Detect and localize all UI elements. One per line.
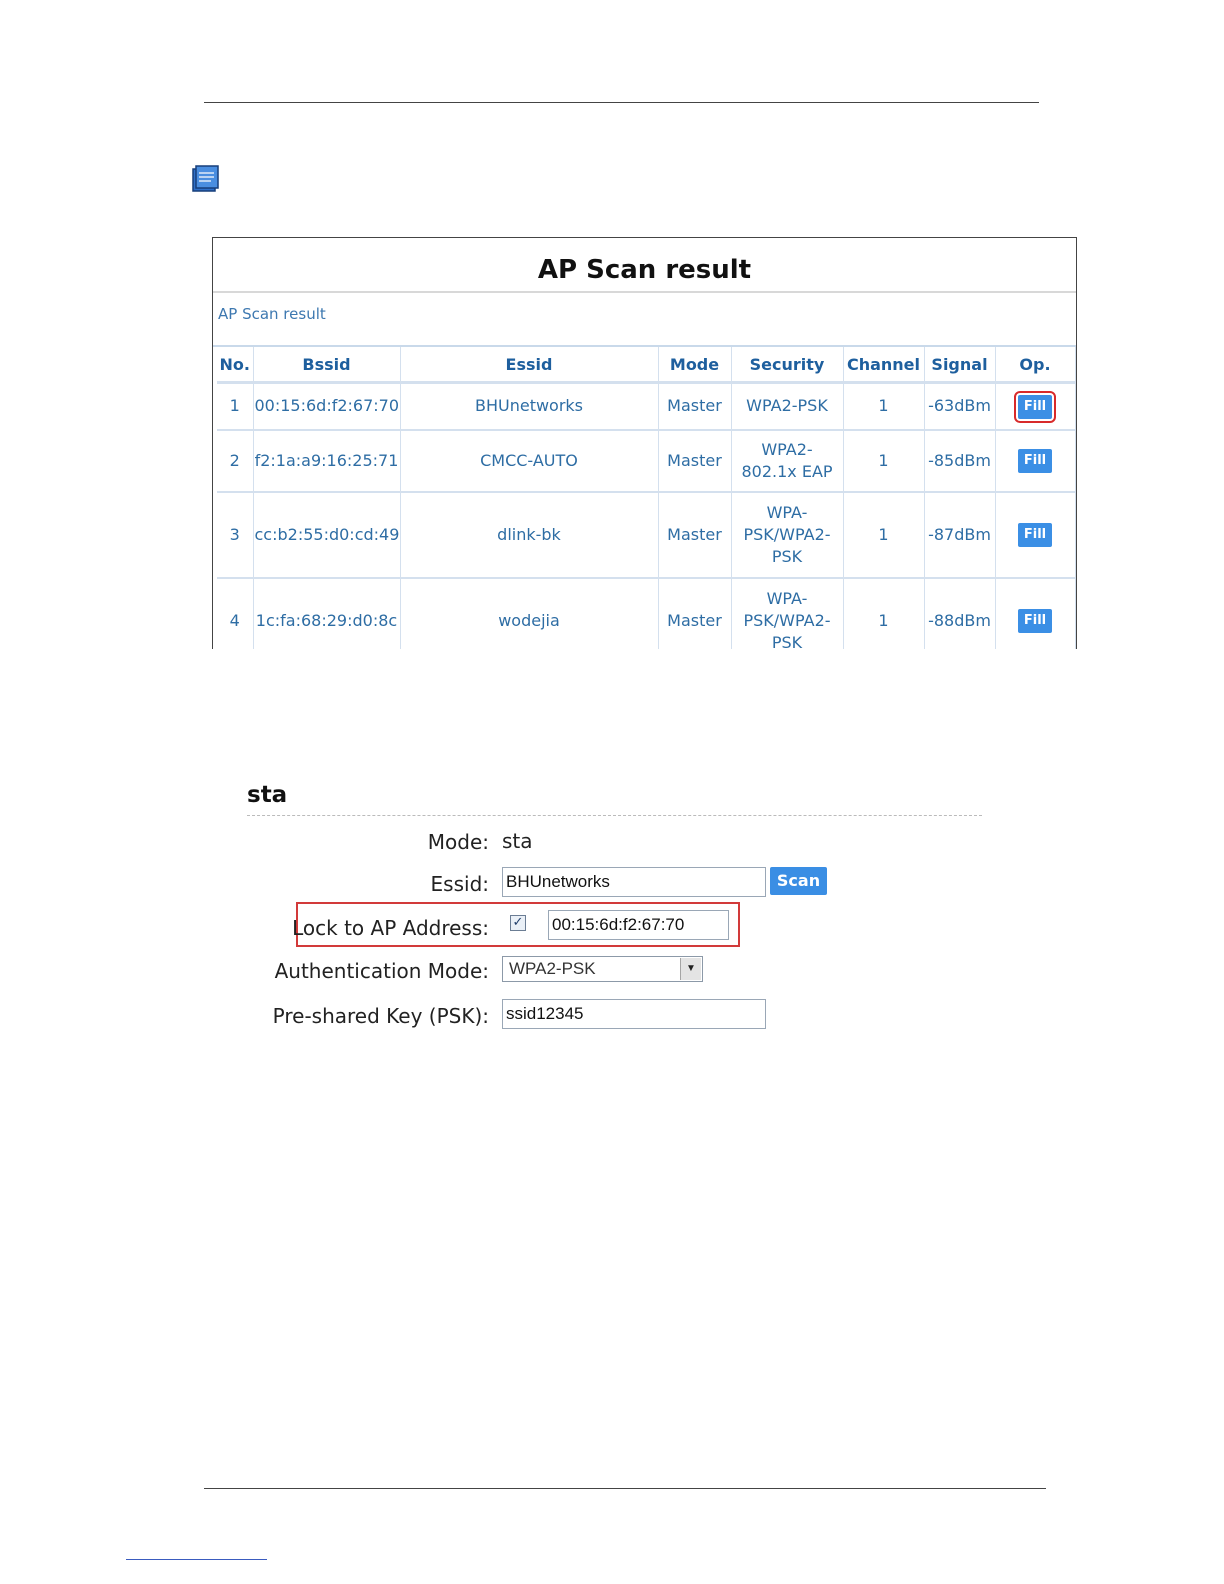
fill-button[interactable]: Fill [1018,523,1052,547]
col-header-op: Op. [995,347,1076,384]
col-header-no: No. [217,347,254,384]
col-header-bssid: Bssid [253,347,401,384]
table-header-row: No. Bssid Essid Mode Security Channel Si… [217,347,1076,384]
cell-security: WPA- PSK/WPA2- PSK [731,491,844,579]
table-row: 4 1c:fa:68:29:d0:8c wodejia Master WPA- … [217,577,1076,649]
lock-checkbox[interactable]: ✓ [510,915,526,931]
scan-button[interactable]: Scan [770,867,827,895]
cell-mode: Master [658,429,732,493]
table-row: 3 cc:b2:55:d0:cd:49 dlink-bk Master WPA-… [217,491,1076,579]
cell-no: 1 [217,382,254,431]
fill-button[interactable]: Fill [1018,609,1052,633]
essid-label: Essid: [430,872,489,896]
cell-op: Fill [995,429,1076,493]
auth-mode-select[interactable]: WPA2-PSK ▼ [502,956,703,982]
cell-bssid: 00:15:6d:f2:67:70 [253,382,401,431]
footer-link-underline [126,1559,267,1560]
cell-signal: -88dBm [924,577,996,649]
chevron-down-icon[interactable]: ▼ [680,958,701,980]
cell-essid: CMCC-AUTO [400,429,659,493]
cell-mode: Master [658,491,732,579]
col-header-signal: Signal [924,347,996,384]
auth-mode-value: WPA2-PSK [509,959,596,978]
psk-label: Pre-shared Key (PSK): [272,1004,489,1028]
col-header-essid: Essid [400,347,659,384]
table-row: 1 00:15:6d:f2:67:70 BHUnetworks Master W… [217,382,1076,431]
table-row: 2 f2:1a:a9:16:25:71 CMCC-AUTO Master WPA… [217,429,1076,493]
fill-button[interactable]: Fill [1014,390,1056,423]
cell-op: Fill [995,382,1076,431]
cell-security: WPA- PSK/WPA2- PSK [731,577,844,649]
cell-bssid: 1c:fa:68:29:d0:8c [253,577,401,649]
cell-essid: wodejia [400,577,659,649]
cell-no: 2 [217,429,254,493]
col-header-security: Security [731,347,844,384]
scan-title: AP Scan result [213,238,1076,293]
cell-mode: Master [658,577,732,649]
cell-mode: Master [658,382,732,431]
cell-essid: dlink-bk [400,491,659,579]
mode-value: sta [502,829,533,853]
cell-no: 4 [217,577,254,649]
cell-channel: 1 [843,577,925,649]
fill-button[interactable]: Fill [1018,449,1052,473]
header-rule [204,102,1039,103]
cell-channel: 1 [843,382,925,431]
cell-bssid: f2:1a:a9:16:25:71 [253,429,401,493]
cell-essid: BHUnetworks [400,382,659,431]
cell-op: Fill [995,577,1076,649]
cell-signal: -63dBm [924,382,996,431]
cell-signal: -85dBm [924,429,996,493]
cell-op: Fill [995,491,1076,579]
note-icon [189,163,221,195]
cell-bssid: cc:b2:55:d0:cd:49 [253,491,401,579]
col-header-mode: Mode [658,347,732,384]
scan-table: No. Bssid Essid Mode Security Channel Si… [217,347,1076,649]
psk-field[interactable]: ssid12345 [502,999,766,1029]
cell-channel: 1 [843,429,925,493]
lock-label: Lock to AP Address: [292,916,489,940]
footer-rule [204,1488,1046,1489]
cell-security: WPA2- 802.1x EAP [731,429,844,493]
scan-subtitle: AP Scan result [213,293,1076,347]
essid-field[interactable]: BHUnetworks [502,867,766,897]
ap-address-field[interactable]: 00:15:6d:f2:67:70 [548,910,729,940]
section-divider [247,815,982,816]
col-header-channel: Channel [843,347,925,384]
cell-channel: 1 [843,491,925,579]
sta-section-title: sta [247,782,288,808]
cell-security: WPA2-PSK [731,382,844,431]
cell-no: 3 [217,491,254,579]
auth-mode-label: Authentication Mode: [274,959,489,983]
ap-scan-panel: AP Scan result AP Scan result No. Bssid … [212,237,1077,649]
mode-label: Mode: [427,830,489,854]
cell-signal: -87dBm [924,491,996,579]
